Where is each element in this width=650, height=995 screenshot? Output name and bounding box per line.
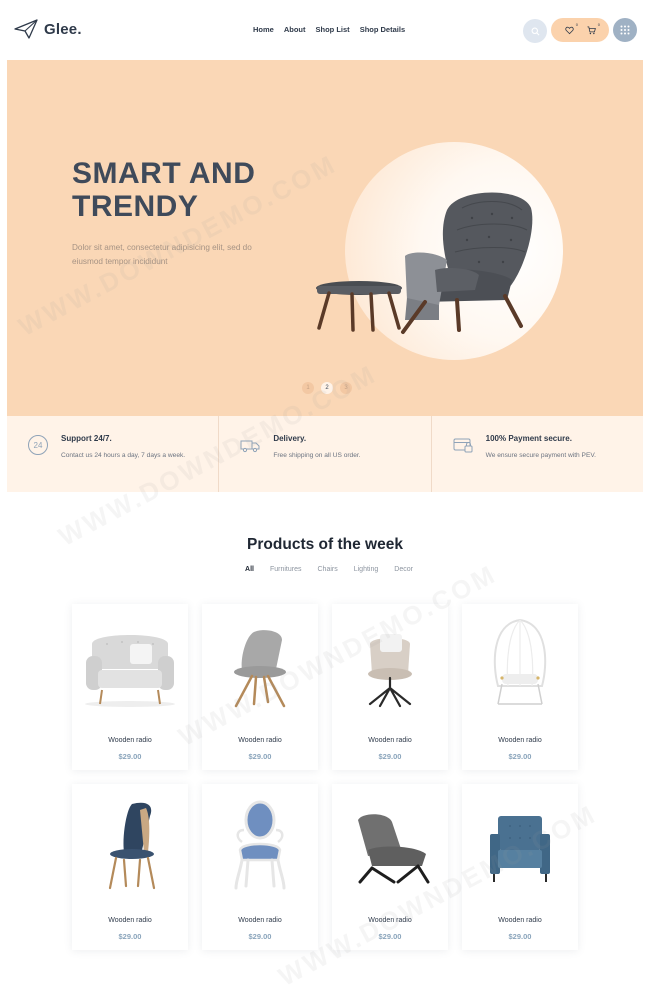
cart-count-badge: 0: [597, 22, 600, 27]
filter-decor[interactable]: Decor: [394, 566, 413, 573]
svg-text:24: 24: [34, 441, 43, 450]
slider-pagination: 1 2 3: [302, 382, 352, 394]
search-icon: [531, 27, 539, 35]
nav-shop-details[interactable]: Shop Details: [360, 25, 405, 34]
feature-description: Free shipping on all US order.: [273, 452, 361, 459]
product-name: Wooden radio: [238, 737, 282, 744]
site-header: Glee. Home About Shop List Shop Details …: [0, 0, 650, 60]
heart-icon: [564, 26, 574, 34]
product-price: $29.00: [248, 752, 272, 761]
product-price: $29.00: [508, 752, 532, 761]
feature-description: Contact us 24 hours a day, 7 days a week…: [61, 452, 186, 459]
louis-chair-image: [234, 800, 286, 890]
support-24-icon: 24: [28, 435, 48, 455]
hero-title-line1: SMART AND: [72, 157, 256, 190]
products-section-title: Products of the week: [247, 536, 403, 553]
product-card[interactable]: Wooden radio $29.00: [72, 604, 188, 770]
delivery-truck-icon: [240, 440, 260, 453]
search-button[interactable]: [523, 19, 547, 43]
main-nav: Home About Shop List Shop Details: [253, 25, 405, 34]
nav-about[interactable]: About: [284, 25, 306, 34]
product-price: $29.00: [378, 752, 402, 761]
feature-title: 100% Payment secure.: [485, 434, 572, 443]
feature-title: Delivery.: [273, 434, 307, 443]
product-card[interactable]: Wooden radio $29.00: [462, 604, 578, 770]
product-card[interactable]: Wooden radio $29.00: [332, 604, 448, 770]
product-name: Wooden radio: [498, 737, 542, 744]
hero-description: Dolor sit amet, consectetur adipisicing …: [72, 243, 252, 266]
hero-title-line2: TRENDY: [72, 190, 199, 223]
product-card[interactable]: Wooden radio $29.00: [72, 784, 188, 950]
slide-dot-2[interactable]: 2: [321, 382, 333, 394]
blue-armchair-image: [490, 816, 550, 882]
hero-title: SMART AND TRENDY: [72, 157, 255, 223]
product-name: Wooden radio: [108, 917, 152, 924]
armchair-ottoman-image: [316, 192, 533, 334]
product-name: Wooden radio: [498, 917, 542, 924]
sofa-image: [85, 635, 175, 707]
product-price: $29.00: [248, 932, 272, 941]
menu-button[interactable]: [613, 18, 637, 42]
product-price: $29.00: [118, 752, 142, 761]
wishlist-button[interactable]: 0: [564, 22, 578, 35]
hero-banner: SMART AND TRENDY Dolor sit amet, consect…: [7, 60, 643, 416]
filter-chairs[interactable]: Chairs: [318, 566, 338, 573]
logo[interactable]: Glee.: [14, 18, 82, 40]
product-card[interactable]: Wooden radio $29.00: [202, 784, 318, 950]
cart-icon: [586, 25, 596, 34]
product-card[interactable]: Wooden radio $29.00: [462, 784, 578, 950]
swivel-chair-image: [368, 634, 412, 708]
hanging-chair-image: [493, 618, 547, 705]
paper-plane-icon: [14, 19, 38, 39]
product-price: $29.00: [508, 932, 532, 941]
product-price: $29.00: [378, 932, 402, 941]
feature-support: 24 Support 24/7. Contact us 24 hours a d…: [7, 416, 220, 492]
slide-dot-3[interactable]: 3: [340, 382, 352, 394]
grey-chair-image: [234, 630, 286, 708]
nav-shop-list[interactable]: Shop List: [316, 25, 350, 34]
payment-card-icon: [453, 438, 473, 453]
product-name: Wooden radio: [108, 737, 152, 744]
features-strip: 24 Support 24/7. Contact us 24 hours a d…: [7, 416, 643, 492]
wishlist-count-badge: 0: [575, 22, 578, 27]
filter-all[interactable]: All: [245, 566, 254, 573]
filter-furnitures[interactable]: Furnitures: [270, 566, 302, 573]
filter-lighting[interactable]: Lighting: [354, 566, 379, 573]
feature-description: We ensure secure payment with PEV.: [485, 452, 596, 459]
feature-delivery: Delivery. Free shipping on all US order.: [219, 416, 432, 492]
product-name: Wooden radio: [368, 917, 412, 924]
blue-dining-chair-image: [108, 802, 156, 890]
feature-title: Support 24/7.: [61, 434, 112, 443]
logo-text: Glee.: [44, 20, 82, 38]
product-card[interactable]: Wooden radio $29.00: [332, 784, 448, 950]
feature-payment: 100% Payment secure. We ensure secure pa…: [432, 416, 643, 492]
nav-home[interactable]: Home: [253, 25, 274, 34]
cart-button[interactable]: 0: [586, 22, 600, 35]
product-card[interactable]: Wooden radio $29.00: [202, 604, 318, 770]
product-name: Wooden radio: [368, 737, 412, 744]
lounge-chair-image: [358, 814, 430, 884]
wishlist-cart-group: 0 0: [551, 18, 609, 42]
slide-dot-1[interactable]: 1: [302, 382, 314, 394]
product-price: $29.00: [118, 932, 142, 941]
grid-menu-icon: [620, 25, 630, 35]
product-filter-tabs: All Furnitures Chairs Lighting Decor: [0, 566, 650, 573]
product-name: Wooden radio: [238, 917, 282, 924]
